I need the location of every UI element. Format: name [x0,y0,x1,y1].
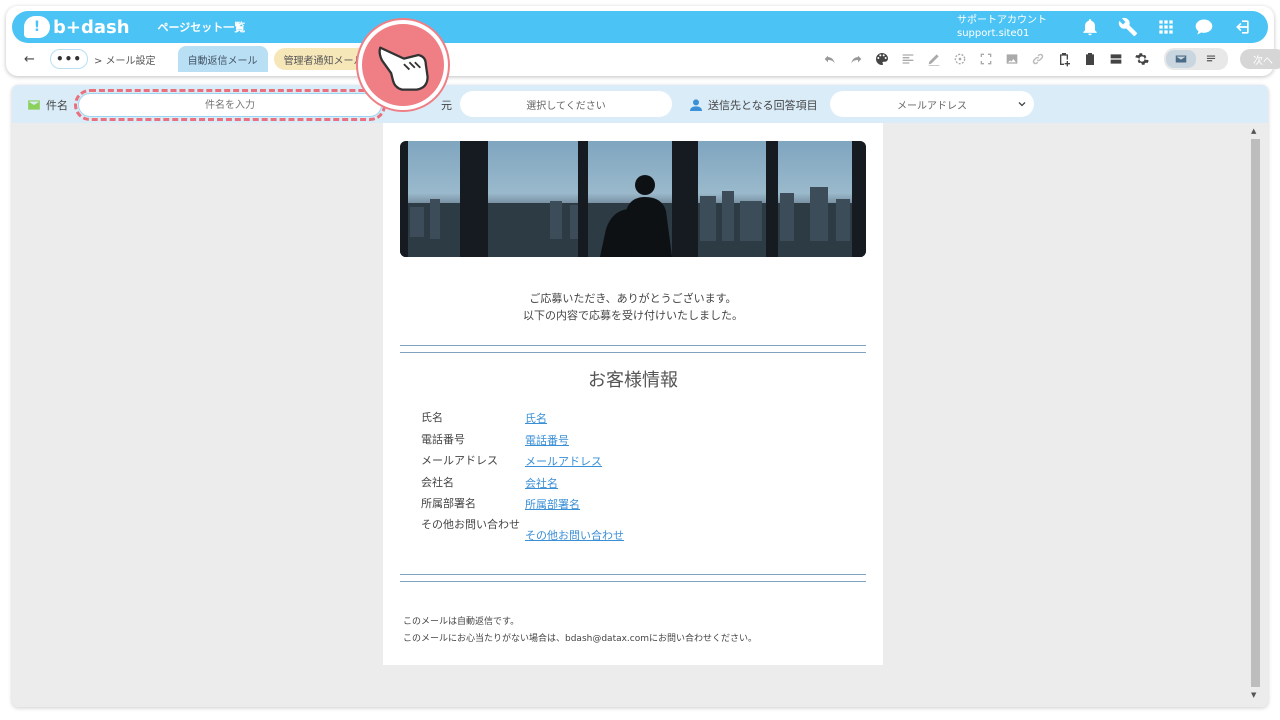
view-toggle [1164,48,1228,70]
chevron-down-icon [1018,102,1026,107]
subject-input[interactable] [78,93,382,117]
next-button[interactable]: 次へ [1240,49,1280,69]
top-bar: ! b+dash ページセット一覧 サポートアカウント support.site… [12,11,1268,43]
mail-icon [28,100,40,110]
mail-editor: 件名 元 選択してください 送信先となる回答項目 メールアドレス [12,85,1268,707]
recipient-label: 送信先となる回答項目 [688,97,818,113]
sender-select[interactable]: 選択してください [460,91,672,117]
text-align-icon[interactable] [898,49,918,69]
logout-icon[interactable] [1230,15,1254,39]
sub-toolbar: ← ••• > メール設定 自動返信メール 管理者通知メール 次へ [12,46,1280,72]
redo-icon[interactable] [846,49,866,69]
divider [400,345,866,353]
logo[interactable]: ! b+dash [24,16,130,38]
more-button[interactable]: ••• [50,49,88,69]
subject-label: 件名 [26,97,68,113]
info-row: 電話番号 電話番号 [421,433,569,447]
info-row: メールアドレス メールアドレス [421,454,602,468]
scroll-up-icon[interactable]: ▲ [1251,127,1256,135]
wrench-icon[interactable] [1116,15,1140,39]
fullscreen-icon[interactable] [976,49,996,69]
divider [400,574,866,582]
page-list-link[interactable]: ページセット一覧 [158,19,246,35]
layout-icon[interactable] [1106,49,1126,69]
mail-preview: ご応募いただき、ありがとうございます。 以下の内容で応募を受け付けいたしました。… [383,123,883,665]
section-title: お客様情報 [588,370,678,391]
info-row: 氏名 氏名 [421,411,547,425]
footer-note: このメールは自動返信です。 [403,617,520,627]
account-info[interactable]: サポートアカウント support.site01 [957,14,1047,40]
clipboard-add-icon[interactable] [1054,49,1074,69]
editor-tools: 次へ [820,46,1280,72]
footer-contact: このメールにお心当たりがない場合は、bdash@datax.comにお問い合わせ… [403,634,758,644]
field-bar: 件名 元 選択してください 送信先となる回答項目 メールアドレス [12,85,1268,123]
pen-icon[interactable] [924,49,944,69]
info-row: 会社名 会社名 [421,476,558,490]
clipboard-check-icon[interactable] [1080,49,1100,69]
logo-icon: ! [24,16,50,38]
hero-image [400,141,866,257]
info-row: その他お問い合わせ その他お問い合わせ [421,518,624,542]
recipient-select[interactable]: メールアドレス [830,91,1034,117]
undo-icon[interactable] [820,49,840,69]
breadcrumb[interactable]: > メール設定 [94,52,156,67]
image-icon[interactable] [1002,49,1022,69]
palette-icon[interactable] [872,49,892,69]
scrollbar[interactable]: ▲ ▼ [1250,127,1260,701]
mail-view-icon[interactable] [1166,50,1196,68]
gear-icon[interactable] [1132,49,1152,69]
info-row: 所属部署名 所属部署名 [421,497,580,511]
greeting-text: ご応募いただき、ありがとうございます。 以下の内容で応募を受け付けいたしました。 [523,292,743,322]
account-id: support.site01 [957,28,1030,39]
logo-text: b+dash [53,16,130,38]
grid-icon[interactable] [1154,15,1178,39]
pointer-hand-icon [358,20,448,110]
tab-auto-reply[interactable]: 自動返信メール [177,46,268,72]
target-icon[interactable] [950,49,970,69]
account-name: サポートアカウント [957,15,1047,26]
user-icon [690,99,702,111]
bell-icon[interactable] [1078,15,1102,39]
scroll-thumb[interactable] [1251,139,1260,687]
back-button[interactable]: ← [24,52,42,67]
text-view-icon[interactable] [1196,50,1226,68]
scroll-down-icon[interactable]: ▼ [1251,691,1256,699]
chat-icon[interactable] [1192,15,1216,39]
link-icon[interactable] [1028,49,1048,69]
